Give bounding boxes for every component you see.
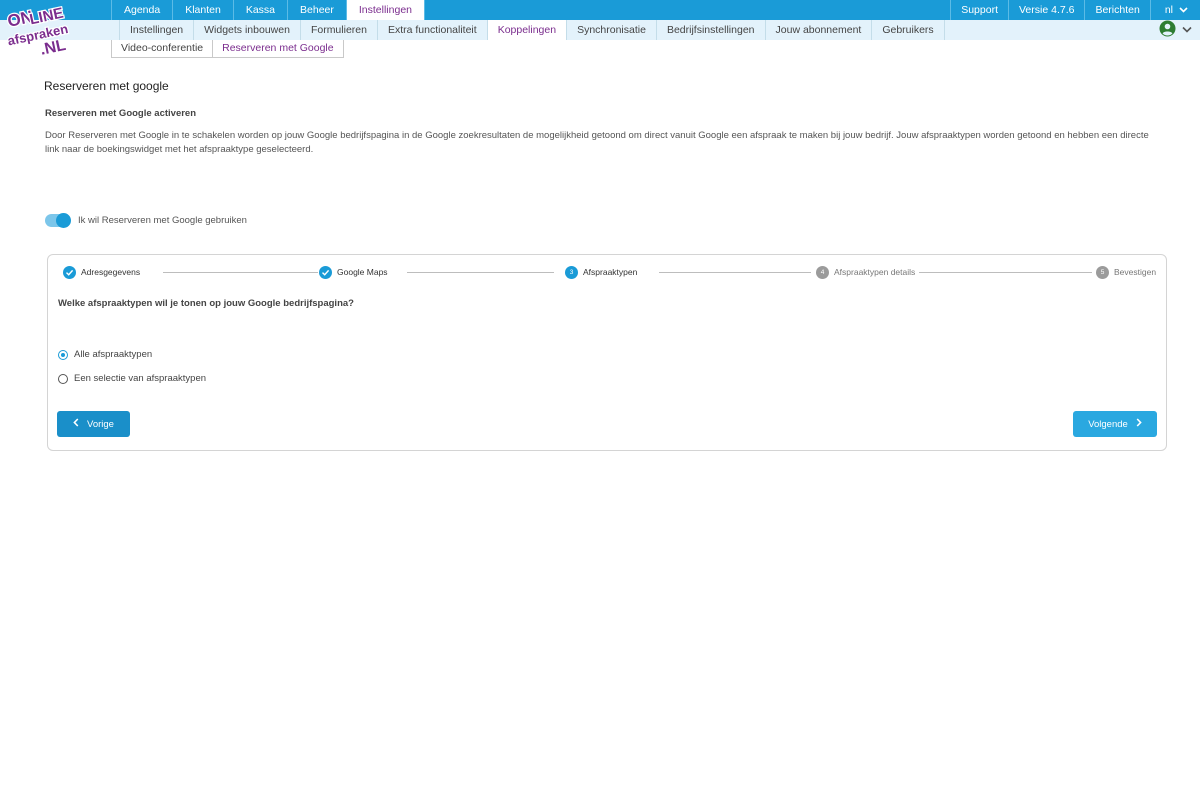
wizard-step-4[interactable]: 4 Afspraaktypen details (816, 265, 920, 279)
wizard-step-5[interactable]: 5 Bevestigen (1092, 265, 1157, 279)
step-connector (407, 272, 554, 273)
tab-formulieren[interactable]: Formulieren (299, 20, 377, 40)
version-label[interactable]: Versie 4.7.6 (1008, 0, 1084, 20)
support-link[interactable]: Support (950, 0, 1008, 20)
step-number: 3 (565, 265, 578, 279)
sub-nav-bar: Instellingen Widgets inbouwen Formuliere… (0, 20, 1200, 40)
nav-beheer[interactable]: Beheer (287, 0, 346, 20)
main-nav: Agenda Klanten Kassa Beheer Instellingen (111, 0, 425, 20)
step-label: Afspraaktypen details (834, 267, 916, 277)
option-label: Een selectie van afspraaktypen (74, 373, 207, 384)
radio-button[interactable] (58, 349, 68, 360)
option-selectie-afspraaktypen[interactable]: Een selectie van afspraaktypen (58, 373, 206, 384)
wizard-question: Welke afspraaktypen wil je tonen op jouw… (58, 298, 354, 309)
toggle-label: Ik wil Reserveren met Google gebruiken (78, 215, 247, 226)
tab-video-conferentie[interactable]: Video-conferentie (112, 40, 214, 57)
tab-koppelingen[interactable]: Koppelingen (486, 20, 567, 40)
description-text: Door Reserveren met Google in te schakel… (45, 130, 1149, 155)
check-icon (319, 265, 332, 279)
wizard-step-2[interactable]: Google Maps (319, 265, 392, 279)
wizard-stepper: Adresgegevens Google Maps 3 Afspraaktype… (63, 265, 1157, 279)
nav-kassa[interactable]: Kassa (232, 0, 287, 20)
tab-reserveren-met-google[interactable]: Reserveren met Google (213, 40, 344, 57)
user-menu[interactable] (1159, 20, 1192, 40)
logo[interactable]: ON LINE afspraken .NL (2, 0, 84, 60)
section-title: Reserveren met Google activeren (45, 108, 197, 119)
tab-jouw-abonnement[interactable]: Jouw abonnement (764, 20, 872, 40)
chevron-down-icon (1182, 24, 1192, 36)
wizard-step-1[interactable]: Adresgegevens (63, 265, 145, 279)
nav-instellingen[interactable]: Instellingen (345, 0, 425, 20)
step-connector (659, 272, 811, 273)
wizard-step-3[interactable]: 3 Afspraaktypen (565, 265, 642, 279)
wizard-card: Adresgegevens Google Maps 3 Afspraaktype… (47, 254, 1167, 451)
step-connector (919, 272, 1093, 273)
step-label: Adresgegevens (81, 267, 141, 277)
google-toggle-row: Ik wil Reserveren met Google gebruiken (45, 213, 247, 228)
previous-button[interactable]: Vorige (57, 411, 130, 437)
previous-label: Vorige (87, 418, 114, 430)
nav-agenda[interactable]: Agenda (111, 0, 172, 20)
tab-bedrijfsinstellingen[interactable]: Bedrijfsinstellingen (655, 20, 765, 40)
option-alle-afspraaktypen[interactable]: Alle afspraaktypen (58, 349, 152, 360)
step-label: Google Maps (337, 267, 388, 277)
step-label: Afspraaktypen (583, 267, 638, 277)
step-connector (163, 272, 318, 273)
tab-instellingen[interactable]: Instellingen (119, 20, 193, 40)
user-avatar-icon (1159, 20, 1176, 40)
next-label: Volgende (1088, 418, 1128, 430)
option-label: Alle afspraaktypen (74, 349, 153, 360)
tab-extra-functionaliteit[interactable]: Extra functionaliteit (376, 20, 487, 40)
tab-gebruikers[interactable]: Gebruikers (871, 20, 945, 40)
step-label: Bevestigen (1114, 267, 1157, 277)
chevron-right-icon (1136, 418, 1142, 430)
chevron-down-icon (1179, 0, 1188, 20)
chevron-left-icon (73, 418, 79, 430)
settings-sub-nav: Instellingen Widgets inbouwen Formuliere… (119, 20, 945, 40)
language-selector[interactable]: nl (1149, 0, 1200, 20)
top-right-nav: Support Versie 4.7.6 Berichten nl (950, 0, 1200, 20)
koppelingen-sub-nav: Video-conferentie Reserveren met Google (111, 40, 344, 58)
google-booking-toggle[interactable] (45, 213, 71, 228)
nav-klanten[interactable]: Klanten (172, 0, 233, 20)
radio-button[interactable] (58, 373, 68, 384)
tab-synchronisatie[interactable]: Synchronisatie (566, 20, 656, 40)
step-number: 5 (1096, 265, 1109, 279)
language-label: nl (1164, 4, 1173, 16)
tab-widgets-inbouwen[interactable]: Widgets inbouwen (193, 20, 300, 40)
step-number: 4 (816, 265, 829, 279)
next-button[interactable]: Volgende (1073, 411, 1157, 437)
check-icon (63, 265, 76, 279)
messages-link[interactable]: Berichten (1084, 0, 1149, 20)
top-nav-bar: Agenda Klanten Kassa Beheer Instellingen… (0, 0, 1200, 20)
page-title: Reserveren met google (44, 79, 169, 93)
